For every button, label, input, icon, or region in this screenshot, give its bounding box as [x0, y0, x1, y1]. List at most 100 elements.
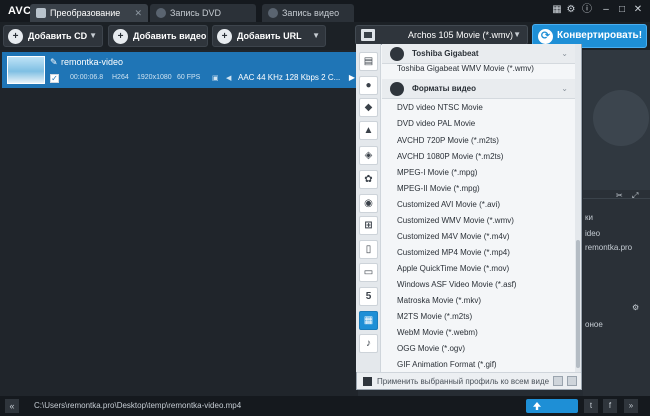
panel-text: оное [585, 320, 603, 329]
android-icon[interactable]: ▲ [359, 121, 378, 140]
list-item[interactable]: Customized M4V Movie (*.m4v) [397, 232, 509, 241]
list-item[interactable]: AVCHD 1080P Movie (*.m2ts) [397, 152, 503, 161]
huawei-icon[interactable]: ✿ [359, 170, 378, 189]
list-item[interactable]: OGG Movie (*.ogv) [397, 344, 465, 353]
group-header-video-formats[interactable]: Форматы видео ⌄ [382, 79, 578, 99]
list-item[interactable]: M2TS Movie (*.m2ts) [397, 312, 472, 321]
expand-icon[interactable]: ⤢ [632, 191, 638, 201]
status-bar: « C:\Users\remontka.pro\Desktop\temp\rem… [0, 396, 650, 416]
tv-icon[interactable]: ▭ [359, 263, 378, 282]
playstation-icon[interactable]: ◆ [359, 98, 378, 117]
tab-convert-label: Преобразование [50, 8, 121, 18]
video-thumbnail [7, 56, 45, 84]
list-item[interactable]: AVCHD 720P Movie (*.m2ts) [397, 136, 499, 145]
group-title: Форматы видео [412, 84, 476, 93]
chevron-down-icon: ▼ [513, 30, 521, 39]
video-format-icon[interactable]: ▦ [359, 311, 378, 330]
list-item[interactable]: Matroska Movie (*.mkv) [397, 296, 481, 305]
forward-icon[interactable]: » [624, 399, 638, 413]
list-item[interactable]: GIF Animation Format (*.gif) [397, 360, 497, 369]
import-icon[interactable] [553, 376, 563, 386]
file-fps: 60 FPS [177, 74, 201, 81]
output-path: C:\Users\remontka.pro\Desktop\temp\remon… [34, 401, 242, 410]
disc-icon [156, 8, 166, 18]
list-item[interactable]: DVD video PAL Movie [397, 119, 475, 128]
console-icon[interactable]: ◈ [359, 146, 378, 165]
globe-add-icon: + [217, 29, 232, 44]
html5-icon[interactable]: 5 [359, 287, 378, 306]
list-item[interactable]: Customized WMV Movie (*.wmv) [397, 216, 514, 225]
file-checkbox[interactable]: ✓ [50, 74, 59, 83]
tab-dvd[interactable]: Запись DVD [150, 4, 256, 22]
film-reel-icon [593, 90, 649, 146]
upgrade-button[interactable] [526, 399, 578, 413]
edit-icon[interactable]: ✎ [50, 57, 58, 68]
chevron-right-icon[interactable]: ▶ [349, 73, 355, 82]
close-icon[interactable]: ✕ [632, 4, 644, 16]
windows-icon[interactable]: ⊞ [359, 216, 378, 235]
list-item[interactable]: WebM Movie (*.webm) [397, 328, 478, 337]
tab-dvd-label: Запись DVD [170, 8, 222, 18]
chevron-down-icon[interactable]: ▼ [89, 26, 97, 46]
list-item[interactable]: DVD video NTSC Movie [397, 103, 483, 112]
tab-close-icon[interactable]: ✕ [134, 4, 142, 22]
back-icon[interactable]: « [5, 399, 19, 413]
add-video-button[interactable]: + Добавить видео [108, 25, 208, 47]
scrollbar-thumb[interactable] [576, 240, 580, 368]
info-icon[interactable]: ⓘ [581, 4, 593, 16]
list-item[interactable]: Customized AVI Movie (*.avi) [397, 200, 500, 209]
list-item[interactable]: Windows ASF Video Movie (*.asf) [397, 280, 516, 289]
film-reel-icon [390, 82, 404, 96]
tab-record[interactable]: Запись видео [262, 4, 354, 22]
file-resolution: 1920x1080 [137, 74, 172, 81]
add-url-label: Добавить URL [237, 31, 302, 41]
convert-tab-icon [36, 8, 46, 18]
refresh-icon: ⟳ [538, 29, 553, 44]
file-name[interactable]: remontka-video [61, 57, 123, 67]
apple-icon[interactable]: ● [359, 76, 378, 95]
chevron-down-icon: ⌄ [561, 84, 568, 93]
add-url-button[interactable]: + Добавить URL ▼ [212, 25, 326, 47]
app-window: AVC Преобразование ✕ Запись DVD Запись в… [0, 0, 650, 416]
export-icon[interactable] [567, 376, 577, 386]
apply-all-label: Применить выбранный профиль ко всем виде [377, 377, 550, 386]
phone-icon[interactable]: ▯ [359, 240, 378, 259]
category-all-icon[interactable]: ▤ [359, 52, 378, 71]
dropdown-footer: Применить выбранный профиль ко всем виде [357, 372, 581, 389]
scissors-icon[interactable]: ✂ [616, 191, 623, 200]
twitter-icon[interactable]: t [584, 399, 598, 413]
music-icon[interactable]: ♪ [359, 334, 378, 353]
apply-all-checkbox[interactable] [363, 377, 372, 386]
subtitle-icon[interactable]: ▣ [212, 74, 219, 82]
speaker-icon: ◀ [226, 75, 232, 82]
list-item[interactable]: Apple QuickTime Movie (*.mov) [397, 264, 509, 273]
blackberry-icon[interactable]: ◉ [359, 194, 378, 213]
facebook-icon[interactable]: f [603, 399, 617, 413]
add-video-label: Добавить видео [133, 31, 207, 41]
list-item[interactable]: MPEG-II Movie (*.mpg) [397, 184, 480, 193]
list-item[interactable]: Customized MP4 Movie (*.mp4) [397, 248, 510, 257]
maximize-icon[interactable]: □ [616, 4, 628, 16]
group-header-toshiba[interactable]: Toshiba Gigabeat ⌄ [382, 44, 578, 64]
audio-track[interactable]: AAC 44 KHz 128 Kbps 2 C... [238, 73, 340, 82]
film-icon [361, 29, 375, 41]
title-bar: AVC Преобразование ✕ Запись DVD Запись в… [0, 0, 650, 22]
gear-icon[interactable]: ⚙ [565, 4, 577, 16]
list-item[interactable]: MPEG-I Movie (*.mpg) [397, 168, 477, 177]
film-add-icon: + [113, 29, 128, 44]
file-list [0, 50, 358, 396]
list-item[interactable]: Toshiba Gigabeat WMV Movie (*.wmv) [397, 64, 534, 73]
chevron-down-icon: ⌄ [561, 49, 568, 58]
profile-selected-value: Archos 105 Movie (*.wmv) [408, 30, 514, 40]
gear-icon[interactable]: ⚙ [632, 303, 639, 312]
panel-text: ки [585, 213, 593, 222]
add-cd-button[interactable]: + Добавить CD диск ▼ [3, 25, 103, 61]
profile-select[interactable]: Archos 105 Movie (*.wmv) ▼ [355, 25, 528, 45]
tab-convert[interactable]: Преобразование ✕ [30, 4, 148, 22]
minimize-icon[interactable]: – [600, 4, 612, 16]
chevron-down-icon[interactable]: ▼ [312, 26, 320, 46]
group-title: Toshiba Gigabeat [412, 49, 479, 58]
file-row[interactable]: ✎ remontka-video ✓ 00:00:06.8 H264 1920x… [2, 52, 357, 88]
convert-label: Конвертировать! [557, 30, 643, 41]
grid-icon[interactable]: ▦ [551, 4, 563, 16]
